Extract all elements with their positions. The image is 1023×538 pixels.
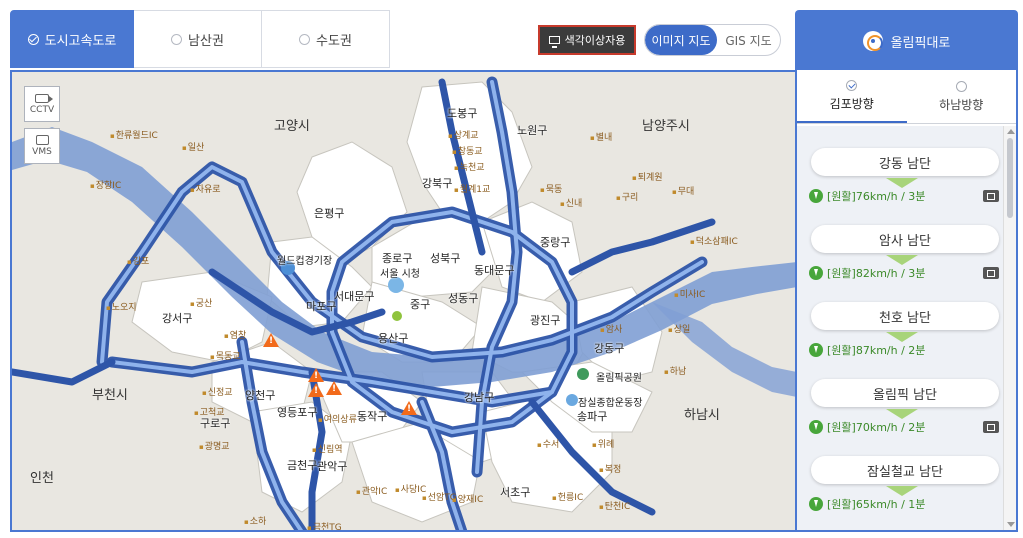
- arrow-down-icon: [886, 409, 918, 419]
- traffic-map[interactable]: CCTV VMS 고양시 남양주시 부천시 하남시 인천 강북구 도봉구 노원구…: [10, 70, 795, 532]
- direction-tab-gimpo[interactable]: 김포방향: [797, 70, 907, 123]
- map-canvas: [12, 72, 795, 530]
- radio-icon: [299, 33, 311, 45]
- direction-label: 하남방향: [939, 97, 984, 112]
- segment-speed-text: [원활]87km/h / 2분: [827, 344, 926, 357]
- colorblind-mode-button[interactable]: 색각이상자용: [538, 25, 636, 55]
- cctv-label: CCTV: [29, 104, 55, 115]
- status-ok-icon: [809, 266, 823, 280]
- tab-label: 수도권: [316, 33, 352, 49]
- segment-item: 천호 남단 [원활]87km/h / 2분: [797, 302, 1005, 379]
- colorblind-label: 색각이상자용: [564, 34, 626, 47]
- check-icon: [27, 33, 39, 45]
- segment-status: [원활]82km/h / 3분: [809, 265, 925, 281]
- check-icon: [846, 79, 858, 91]
- direction-label: 김포방향: [829, 96, 874, 111]
- arrow-down-icon: [886, 255, 918, 265]
- camera-icon: [35, 93, 53, 103]
- segment-item: 암사 남단 [원활]82km/h / 3분: [797, 225, 1005, 302]
- scroll-up-icon[interactable]: [1007, 129, 1015, 134]
- road-info-panel: 김포방향 하남방향 강동 남단 [원활]76km/h / 3분 암사 남단 [원…: [795, 70, 1018, 532]
- status-ok-icon: [809, 497, 823, 511]
- incident-marker-icon[interactable]: [308, 383, 324, 397]
- segment-status: [원활]70km/h / 2분: [809, 419, 925, 435]
- road-tab-olympic[interactable]: 올림픽대로: [795, 10, 1018, 72]
- incident-marker-icon[interactable]: [326, 381, 342, 395]
- header: 도시고속도로 남산권 수도권 색각이상자용 이미지 지도 GIS 지도 올림픽대…: [10, 10, 1018, 72]
- tab-label: 남산권: [188, 33, 224, 49]
- scroll-down-icon[interactable]: [1007, 522, 1015, 527]
- segment-status: [원활]65km/h / 1분: [809, 496, 925, 512]
- arrow-down-icon: [886, 486, 918, 496]
- image-map-option[interactable]: 이미지 지도: [645, 25, 717, 55]
- tab-namsan[interactable]: 남산권: [134, 10, 262, 68]
- status-ok-icon: [809, 420, 823, 434]
- segment-list: 강동 남단 [원활]76km/h / 3분 암사 남단 [원활]82km/h /…: [797, 126, 1005, 530]
- cctv-toggle[interactable]: CCTV: [24, 86, 60, 122]
- cctv-camera-icon[interactable]: [983, 421, 999, 433]
- segment-list-scrollbar[interactable]: [1003, 126, 1016, 530]
- tab-capital-area[interactable]: 수도권: [262, 10, 390, 68]
- cctv-camera-icon[interactable]: [983, 267, 999, 279]
- monitor-icon: [548, 36, 560, 48]
- radio-icon: [171, 33, 183, 45]
- arrow-down-icon: [886, 332, 918, 342]
- vms-label: VMS: [32, 147, 52, 157]
- segment-name[interactable]: 올림픽 남단: [811, 379, 999, 407]
- cctv-camera-icon[interactable]: [983, 190, 999, 202]
- segment-name[interactable]: 강동 남단: [811, 148, 999, 176]
- segment-status: [원활]87km/h / 2분: [809, 342, 925, 358]
- road-tab-label: 올림픽대로: [890, 35, 951, 51]
- status-ok-icon: [809, 343, 823, 357]
- segment-item: 올림픽 남단 [원활]70km/h / 2분: [797, 379, 1005, 456]
- region-tabs: 도시고속도로 남산권 수도권: [10, 10, 390, 68]
- incident-marker-icon[interactable]: [401, 401, 417, 415]
- segment-name[interactable]: 암사 남단: [811, 225, 999, 253]
- segment-item: 잠실철교 남단 [원활]65km/h / 1분: [797, 456, 1005, 530]
- road-logo-icon: [862, 31, 883, 51]
- segment-name[interactable]: 천호 남단: [811, 302, 999, 330]
- segment-name[interactable]: 잠실철교 남단: [811, 456, 999, 484]
- sign-board-icon: [35, 135, 49, 145]
- tab-urban-expressway[interactable]: 도시고속도로: [10, 10, 134, 68]
- status-ok-icon: [809, 189, 823, 203]
- scroll-thumb[interactable]: [1007, 138, 1013, 218]
- segment-speed-text: [원활]82km/h / 3분: [827, 267, 926, 280]
- segment-status: [원활]76km/h / 3분: [809, 188, 925, 204]
- radio-icon: [955, 80, 967, 92]
- incident-marker-icon[interactable]: [308, 368, 324, 382]
- arrow-down-icon: [886, 178, 918, 188]
- segment-speed-text: [원활]65km/h / 1분: [827, 498, 926, 511]
- segment-speed-text: [원활]76km/h / 3분: [827, 190, 926, 203]
- gis-map-option[interactable]: GIS 지도: [717, 25, 780, 55]
- segment-speed-text: [원활]70km/h / 2분: [827, 421, 926, 434]
- map-type-toggle: 이미지 지도 GIS 지도: [644, 24, 781, 56]
- segment-item: 강동 남단 [원활]76km/h / 3분: [797, 148, 1005, 225]
- direction-tabs: 김포방향 하남방향: [797, 70, 1016, 124]
- tab-label: 도시고속도로: [44, 33, 117, 49]
- vms-toggle[interactable]: VMS: [24, 128, 60, 164]
- incident-marker-icon[interactable]: [263, 333, 279, 347]
- direction-tab-hanam[interactable]: 하남방향: [907, 70, 1017, 123]
